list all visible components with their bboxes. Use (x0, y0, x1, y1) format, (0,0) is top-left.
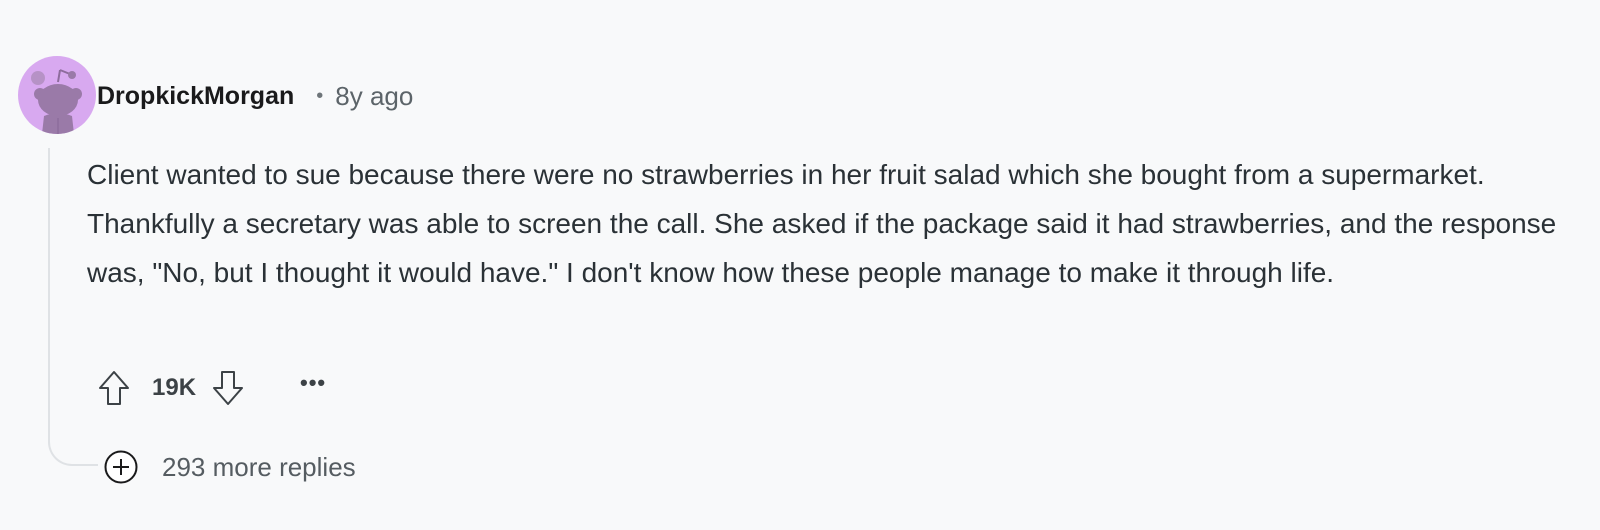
downvote-button[interactable] (208, 366, 248, 410)
comment-actions: 19K ••• (94, 366, 326, 410)
user-avatar[interactable] (18, 56, 96, 134)
plus-circle-icon (104, 450, 138, 484)
comment-author[interactable]: DropkickMorgan (97, 82, 294, 111)
upvote-arrow-icon (99, 371, 129, 405)
more-replies-label[interactable]: 293 more replies (162, 452, 356, 483)
comment: DropkickMorgan • 8y ago Client wanted to… (0, 0, 1600, 530)
comment-age: 8y ago (335, 80, 414, 111)
snoo-avatar-icon (31, 69, 82, 134)
comment-header: DropkickMorgan • 8y ago (97, 78, 413, 114)
more-replies-link[interactable]: 293 more replies (104, 447, 356, 487)
meta-separator: • (316, 84, 324, 107)
vote-score: 19K (152, 374, 197, 401)
expand-button[interactable] (104, 450, 138, 484)
comment-body: Client wanted to sue because there were … (87, 159, 1557, 288)
more-options-button[interactable]: ••• (300, 372, 326, 404)
downvote-arrow-icon (213, 371, 244, 405)
upvote-button[interactable] (94, 366, 134, 410)
